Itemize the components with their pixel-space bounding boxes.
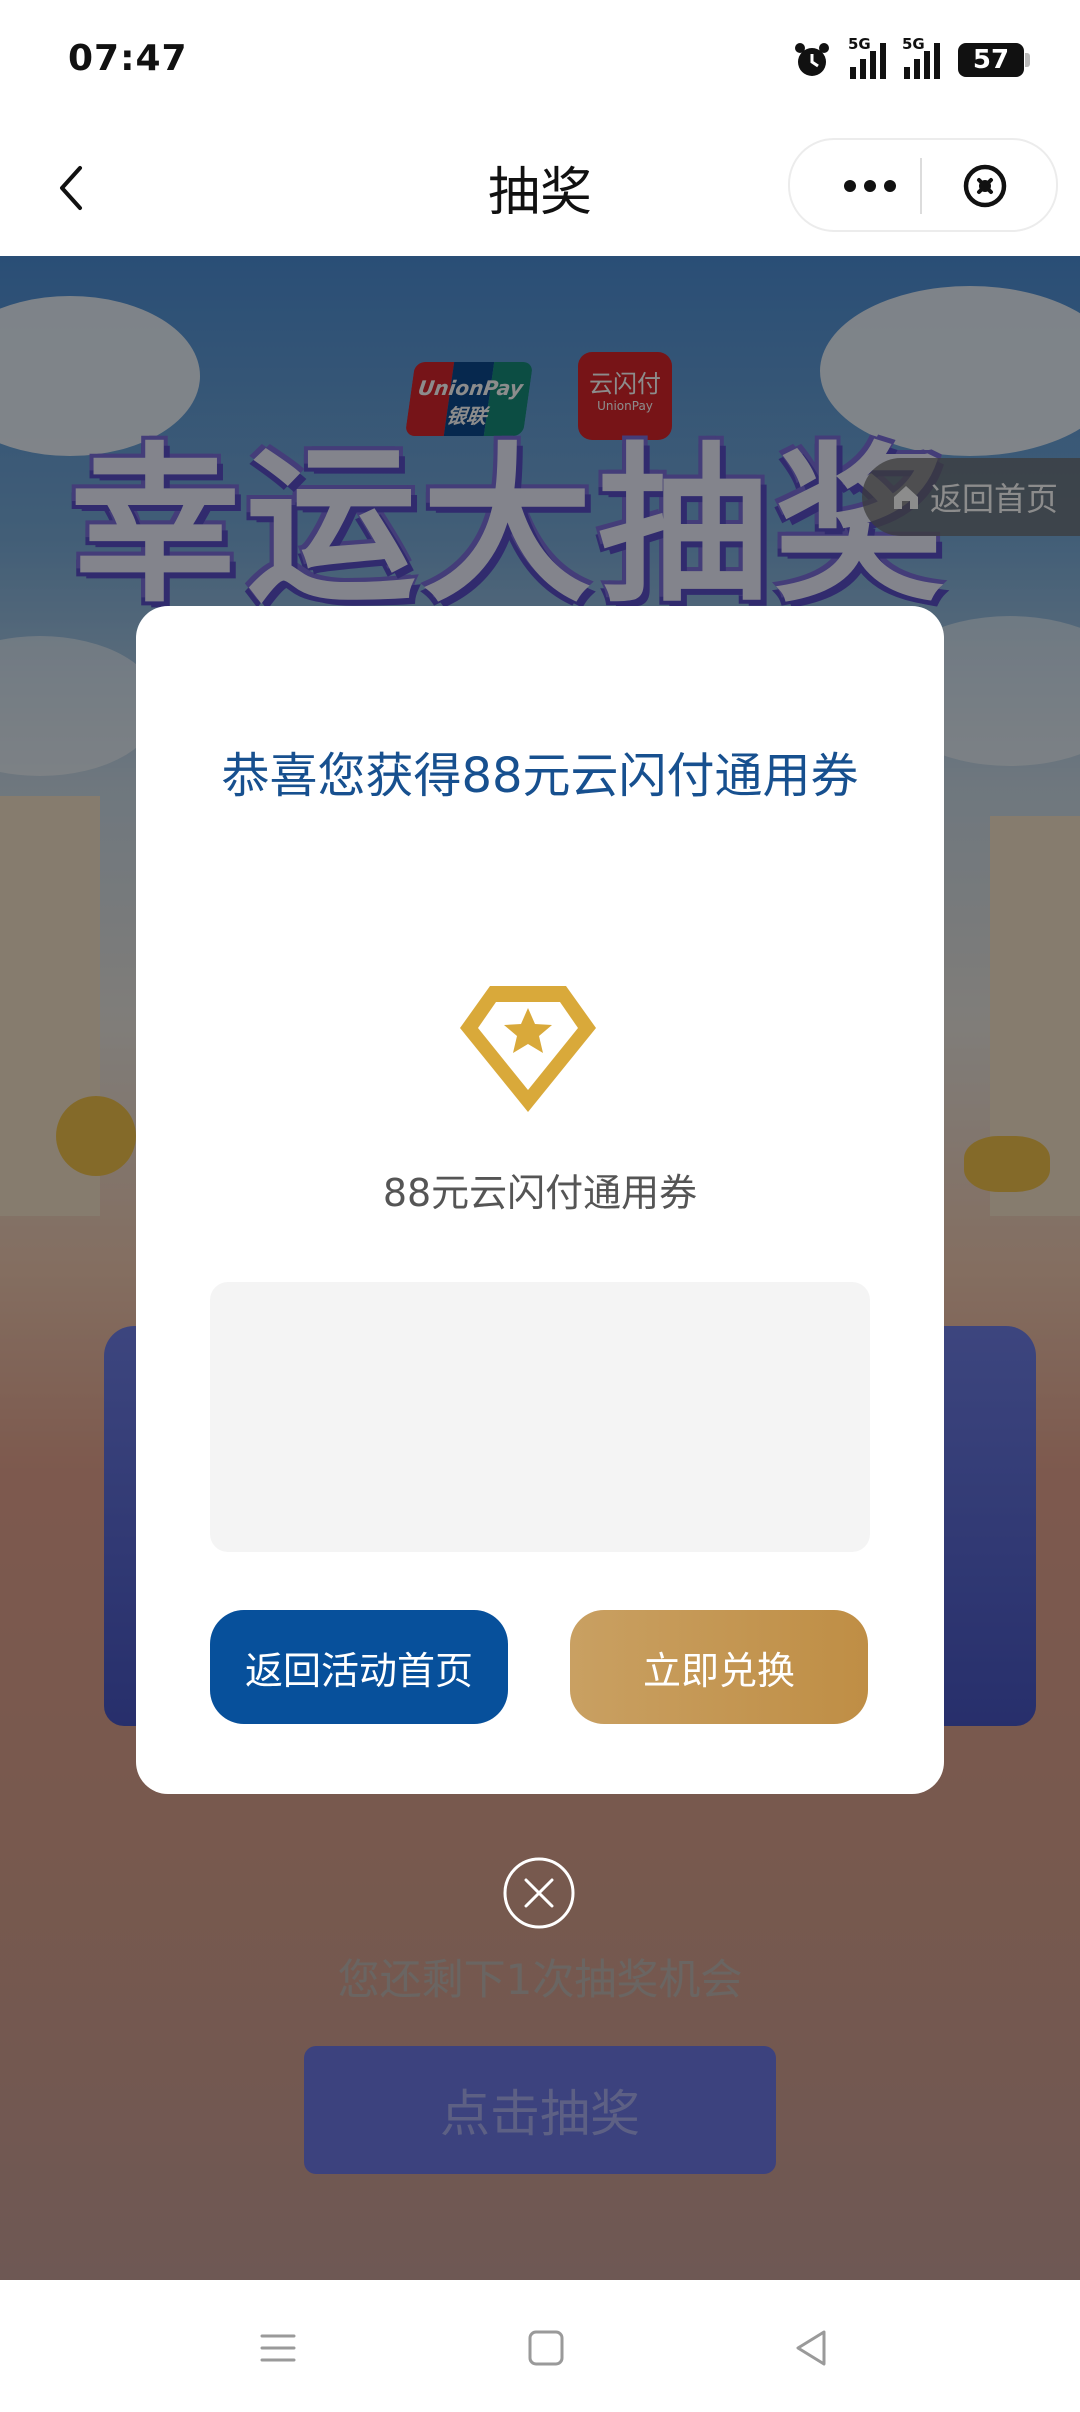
signal-icon: 5G [848, 35, 886, 79]
menu-button[interactable] [256, 2326, 300, 2370]
signal-icon: 5G [902, 35, 940, 79]
menu-icon [260, 2334, 296, 2362]
prize-detail-box [210, 1282, 870, 1552]
return-activity-home-button[interactable]: 返回活动首页 [210, 1610, 508, 1724]
prize-name: 88元云闪付通用券 [382, 1171, 698, 1215]
alarm-icon [792, 40, 832, 80]
network-label: 5G [848, 35, 871, 53]
home-square-icon [528, 2330, 564, 2366]
modal-close-button[interactable] [502, 1856, 576, 1930]
back-triangle-icon [796, 2330, 826, 2366]
status-time: 07:47 [68, 38, 188, 79]
system-nav-bar [0, 2280, 1080, 2412]
mini-program-capsule [788, 138, 1058, 232]
battery-level: 57 [972, 45, 1010, 75]
home-button[interactable] [524, 2326, 568, 2370]
nav-bar: 抽奖 [0, 120, 1080, 256]
battery-icon: 57 [958, 43, 1030, 77]
diamond-star-icon [454, 978, 602, 1118]
redeem-now-button[interactable]: 立即兑换 [570, 1610, 868, 1724]
prize-modal: 恭喜您获得88元云闪付通用券 88元云闪付通用券 返回活动首页 立即兑换 [136, 606, 944, 1794]
close-circle-icon [963, 164, 1007, 208]
capsule-divider [920, 158, 922, 214]
modal-title: 恭喜您获得88元云闪付通用券 [221, 748, 859, 804]
status-icons: 5G 5G 57 [792, 35, 1030, 82]
status-bar: 07:47 5G 5G 57 [0, 0, 1080, 120]
more-button[interactable] [820, 156, 920, 216]
close-app-button[interactable] [950, 156, 1020, 216]
more-dots-icon [844, 180, 896, 192]
back-system-button[interactable] [790, 2326, 834, 2370]
network-label: 5G [902, 35, 925, 53]
close-circle-icon [503, 1857, 575, 1929]
